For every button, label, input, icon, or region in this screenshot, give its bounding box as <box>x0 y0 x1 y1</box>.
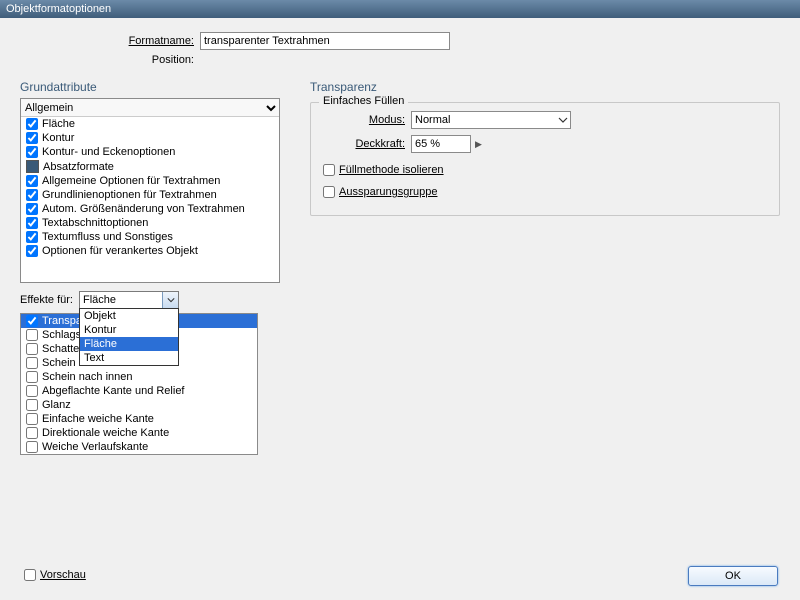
attribute-item[interactable]: Kontur- und Eckenoptionen <box>21 145 279 159</box>
grundattribute-header-select[interactable]: Allgemein <box>21 99 279 117</box>
effect-checkbox[interactable] <box>26 329 38 341</box>
effects-option[interactable]: Fläche <box>80 337 178 351</box>
attribute-label: Kontur- und Eckenoptionen <box>42 146 175 158</box>
attribute-label: Fläche <box>42 118 75 130</box>
effect-item[interactable]: Weiche Verlaufskante <box>21 440 257 454</box>
effect-label: Weiche Verlaufskante <box>42 441 148 453</box>
attribute-item[interactable]: Absatzformate <box>21 159 279 174</box>
effect-checkbox[interactable] <box>26 399 38 411</box>
opacity-input[interactable] <box>411 135 471 153</box>
effect-checkbox[interactable] <box>26 413 38 425</box>
effect-item[interactable]: Glanz <box>21 398 257 412</box>
knockout-group-label: Aussparungsgruppe <box>339 186 437 198</box>
effect-checkbox[interactable] <box>26 357 38 369</box>
effect-label: Einfache weiche Kante <box>42 413 154 425</box>
effects-option[interactable]: Objekt <box>80 309 178 323</box>
simple-fill-legend: Einfaches Füllen <box>319 95 408 107</box>
effects-for-label: Effekte für: <box>20 294 73 306</box>
effects-option[interactable]: Text <box>80 351 178 365</box>
transparenz-title: Transparenz <box>310 80 780 94</box>
mode-select[interactable]: Normal <box>411 111 571 129</box>
effect-checkbox[interactable] <box>26 385 38 397</box>
effect-label: Abgeflachte Kante und Relief <box>42 385 185 397</box>
effects-for-popup[interactable]: ObjektKonturFlächeText <box>79 308 179 366</box>
attribute-checkbox[interactable] <box>26 245 38 257</box>
attribute-item[interactable]: Kontur <box>21 131 279 145</box>
dialog-body: Formatname: Position: Grundattribute All… <box>0 18 800 600</box>
window-title: Objektformatoptionen <box>6 3 111 15</box>
window-titlebar: Objektformatoptionen <box>0 0 800 18</box>
attribute-checkbox[interactable] <box>26 175 38 187</box>
attribute-checkbox[interactable] <box>26 189 38 201</box>
effect-label: Glanz <box>42 399 71 411</box>
formatname-input[interactable] <box>200 32 450 50</box>
attribute-checkbox[interactable] <box>26 118 38 130</box>
effect-item[interactable]: Direktionale weiche Kante <box>21 426 257 440</box>
attribute-label: Optionen für verankertes Objekt <box>42 245 198 257</box>
chevron-down-icon <box>162 292 178 308</box>
formatname-label: Formatname: <box>20 35 200 47</box>
attribute-item[interactable]: Autom. Größenänderung von Textrahmen <box>21 202 279 216</box>
effect-label: Schein nach innen <box>42 371 133 383</box>
attribute-label: Textumfluss und Sonstiges <box>42 231 173 243</box>
effect-item[interactable]: Einfache weiche Kante <box>21 412 257 426</box>
effect-checkbox[interactable] <box>26 427 38 439</box>
attribute-checkbox[interactable] <box>26 146 38 158</box>
attribute-item[interactable]: Optionen für verankertes Objekt <box>21 244 279 258</box>
attribute-label: Grundlinienoptionen für Textrahmen <box>42 189 217 201</box>
attribute-checkbox[interactable] <box>26 203 38 215</box>
attribute-label: Allgemeine Optionen für Textrahmen <box>42 175 220 187</box>
grundattribute-title: Grundattribute <box>20 80 280 94</box>
attribute-label: Absatzformate <box>43 161 114 173</box>
grundattribute-listbox[interactable]: Allgemein Fläche Kontur Kontur- und Eckeno… <box>20 98 280 283</box>
attribute-checkbox[interactable] <box>26 160 39 173</box>
attribute-label: Kontur <box>42 132 74 144</box>
mode-label: Modus: <box>369 114 405 126</box>
ok-button[interactable]: OK <box>688 566 778 586</box>
attribute-item[interactable]: Allgemeine Optionen für Textrahmen <box>21 174 279 188</box>
effect-checkbox[interactable] <box>26 343 38 355</box>
opacity-label: Deckkraft: <box>355 138 405 150</box>
effect-label: Direktionale weiche Kante <box>42 427 169 439</box>
effect-checkbox[interactable] <box>26 441 38 453</box>
attribute-label: Autom. Größenänderung von Textrahmen <box>42 203 245 215</box>
attribute-checkbox[interactable] <box>26 217 38 229</box>
attribute-item[interactable]: Fläche <box>21 117 279 131</box>
isolate-blend-checkbox[interactable] <box>323 164 335 176</box>
position-label: Position: <box>20 54 200 66</box>
effects-option[interactable]: Kontur <box>80 323 178 337</box>
isolate-blend-label: Füllmethode isolieren <box>339 164 444 176</box>
attribute-item[interactable]: Grundlinienoptionen für Textrahmen <box>21 188 279 202</box>
attribute-item[interactable]: Textumfluss und Sonstiges <box>21 230 279 244</box>
attribute-label: Textabschnittoptionen <box>42 217 148 229</box>
knockout-group-checkbox[interactable] <box>323 186 335 198</box>
opacity-spinner-icon[interactable]: ▶ <box>471 139 482 150</box>
effect-checkbox[interactable] <box>26 315 38 327</box>
preview-label: Vorschau <box>40 569 86 581</box>
attribute-item[interactable]: Textabschnittoptionen <box>21 216 279 230</box>
preview-checkbox[interactable] <box>24 569 36 581</box>
chevron-down-icon <box>558 115 568 128</box>
attribute-checkbox[interactable] <box>26 231 38 243</box>
effect-checkbox[interactable] <box>26 371 38 383</box>
effects-for-combo[interactable]: Fläche <box>79 291 179 309</box>
effect-item[interactable]: Schein nach innen <box>21 370 257 384</box>
simple-fill-group: Einfaches Füllen Modus: Normal Deckkraf <box>310 102 780 216</box>
attribute-checkbox[interactable] <box>26 132 38 144</box>
effect-item[interactable]: Abgeflachte Kante und Relief <box>21 384 257 398</box>
